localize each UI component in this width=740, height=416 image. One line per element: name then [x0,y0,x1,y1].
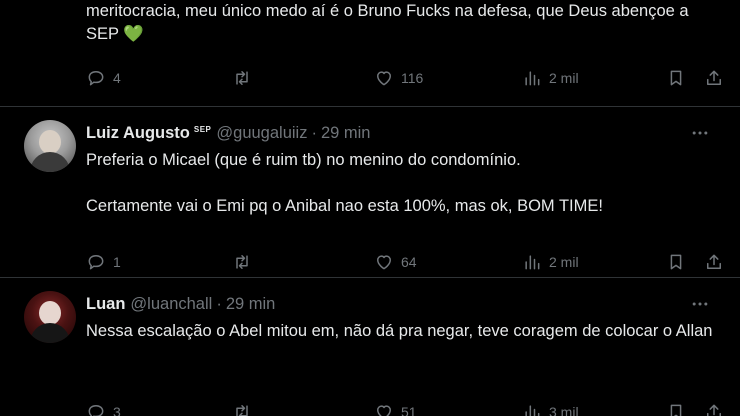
tweet[interactable]: Luan @luanchall · 29 min Nessa escalação… [0,279,740,416]
more-icon [692,302,708,306]
reply-count: 3 [113,404,121,416]
views-icon [525,405,540,416]
tweet-actions: 1 64 2 mil [86,250,721,274]
retweet-button[interactable] [232,250,259,274]
display-name[interactable]: Luan [86,295,125,314]
more-button[interactable] [688,121,712,145]
tweet-text: Nessa escalação o Abel mitou em, não dá … [86,322,713,340]
reply-button[interactable]: 1 [86,250,121,274]
share-icon [707,404,721,416]
like-count: 51 [401,404,417,416]
sep-badge: SEP [193,124,212,134]
retweet-icon [236,405,248,416]
bookmark-icon [670,404,682,416]
user-handle[interactable]: @guugaluiiz [216,124,307,143]
bookmark-icon [670,254,682,270]
tweet-content: Luan @luanchall · 29 min Nessa escalação… [86,292,721,416]
tweet[interactable]: meritocracia, meu único medo aí é o Brun… [0,0,740,107]
share-icon [707,70,721,85]
heart-icon [377,255,391,270]
bookmark-icon [670,70,682,86]
green-heart-emoji: 💚 [123,25,144,43]
avatar[interactable] [24,291,76,343]
views-button[interactable]: 2 mil [522,66,579,90]
tweet-actions: 4 116 2 mil [86,66,721,90]
share-button[interactable] [704,66,724,90]
bookmark-button[interactable] [666,66,686,90]
tweet-actions: 3 51 3 mil [86,400,721,416]
more-button[interactable] [688,292,712,316]
like-count: 116 [401,70,424,86]
retweet-icon [236,71,248,85]
reply-icon [88,405,104,416]
separator: · [311,123,317,142]
views-icon [525,255,540,270]
share-button[interactable] [704,400,724,416]
like-button[interactable]: 116 [374,66,423,90]
views-count: 2 mil [549,254,579,270]
tweet-text: Preferia o Micael (que é ruim tb) no men… [86,151,603,215]
avatar[interactable] [24,120,76,172]
reply-count: 1 [113,254,121,270]
timestamp[interactable]: 29 min [226,295,276,314]
heart-icon [377,71,391,86]
separator: · [216,294,222,313]
retweet-button[interactable] [232,400,259,416]
views-count: 2 mil [549,70,579,86]
display-name[interactable]: Luiz Augusto [86,124,190,143]
tweet-content: Luiz Augusto SEP @guugaluiiz · 29 min Pr… [86,121,721,270]
retweet-icon [236,255,248,269]
reply-icon [88,71,104,86]
reply-button[interactable]: 3 [86,400,121,416]
reply-count: 4 [113,70,121,86]
views-button[interactable]: 2 mil [522,250,579,274]
share-button[interactable] [704,250,724,274]
like-count: 64 [401,254,417,270]
timestamp[interactable]: 29 min [321,124,371,143]
views-count: 3 mil [549,404,579,416]
reply-button[interactable]: 4 [86,66,121,90]
tweet-header: Luiz Augusto SEP @guugaluiiz · 29 min [86,121,716,145]
like-button[interactable]: 64 [374,250,417,274]
views-button[interactable]: 3 mil [522,400,579,416]
views-icon [525,71,540,86]
reply-icon [88,255,104,270]
tweet-content: meritocracia, meu único medo aí é o Brun… [86,0,721,86]
bookmark-button[interactable] [666,400,686,416]
tweet[interactable]: Luiz Augusto SEP @guugaluiiz · 29 min Pr… [0,108,740,278]
share-icon [707,254,721,269]
tweet-header: Luan @luanchall · 29 min [86,292,716,316]
tweet-text: meritocracia, meu único medo aí é o Brun… [86,2,694,43]
like-button[interactable]: 51 [374,400,417,416]
user-handle[interactable]: @luanchall [130,295,212,314]
bookmark-button[interactable] [666,250,686,274]
retweet-button[interactable] [232,66,259,90]
heart-icon [377,405,391,416]
more-icon [692,131,708,135]
